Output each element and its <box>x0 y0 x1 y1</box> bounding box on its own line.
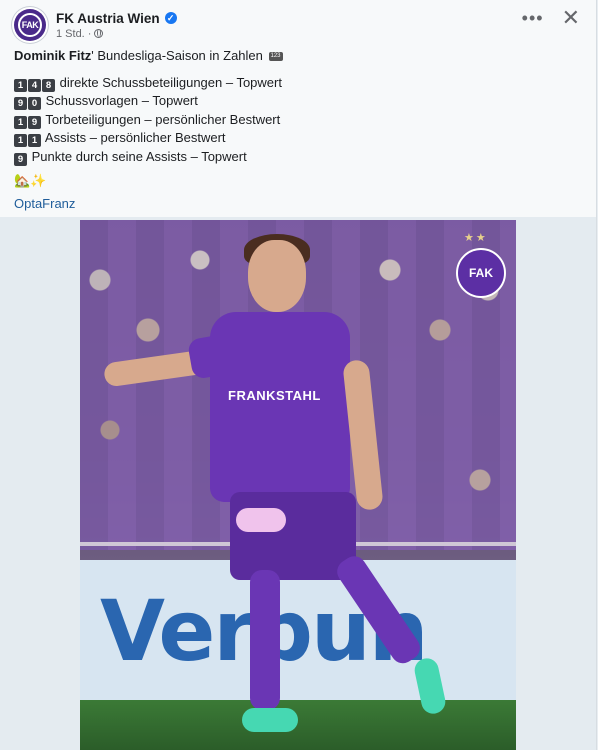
stat-text: Torbeteiligungen – persönlicher Bestwert <box>45 111 281 127</box>
stat-text: direkte Schussbeteiligungen – Topwert <box>59 74 282 90</box>
close-icon[interactable]: ✕ <box>562 7 580 29</box>
stat-row: 148 direkte Schussbeteiligungen – Topwer… <box>14 74 584 93</box>
stat-text: Punkte durch seine Assists – Topwert <box>31 148 247 164</box>
digit-8: 8 <box>42 78 55 92</box>
club-crest: FAK <box>456 248 506 298</box>
emoji-line: 🏡✨ <box>14 173 47 188</box>
player-head <box>248 240 306 312</box>
post-content: Dominik Fitz' Bundesliga-Saison in Zahle… <box>14 47 584 213</box>
crest-stars: ★★ <box>464 232 488 244</box>
post-time[interactable]: 1 Std. <box>56 28 85 40</box>
mention-link[interactable]: OptaFranz <box>14 195 584 214</box>
left-boot <box>242 708 298 732</box>
stat-row: 19 Torbeteiligungen – persönlicher Bestw… <box>14 111 584 130</box>
verified-icon: ✓ <box>164 12 177 24</box>
page-name[interactable]: FK Austria Wien ✓ <box>56 11 177 26</box>
number-emoji-badge: 123 <box>268 52 283 62</box>
post-header: FAK FK Austria Wien ✓ 1 Std. · <box>14 5 177 45</box>
headline-text: ' Bundesliga-Saison in Zahlen <box>91 48 263 63</box>
stat-row: 11 Assists – persönlicher Bestwert <box>14 129 584 148</box>
shorts-pattern <box>236 508 286 532</box>
shirt-sponsor: FRANKSTAHL <box>228 388 321 403</box>
player-shirt <box>210 312 350 502</box>
globe-icon <box>94 29 104 38</box>
stat-row: 9 Punkte durch seine Assists – Topwert <box>14 148 584 167</box>
post-headline: Dominik Fitz' Bundesliga-Saison in Zahle… <box>14 47 584 66</box>
digit-9: 9 <box>28 115 41 129</box>
digit-1: 1 <box>28 134 41 147</box>
stat-text: Schussvorlagen – Topwert <box>45 93 198 108</box>
facebook-post: FAK FK Austria Wien ✓ 1 Std. · ••• ✕ Dom… <box>0 0 597 750</box>
digit-1: 1 <box>14 115 27 129</box>
post-time-row: 1 Std. · <box>56 28 177 40</box>
page-name-text[interactable]: FK Austria Wien <box>56 11 160 26</box>
post-photo[interactable]: Verbun ★★ FAK FRANKSTAHL <box>80 220 516 750</box>
avatar-logo-text: FAK <box>18 13 42 37</box>
left-leg <box>250 570 280 710</box>
digit-1: 1 <box>14 134 27 147</box>
headline-bold-name[interactable]: Dominik Fitz <box>14 48 91 63</box>
more-options-icon[interactable]: ••• <box>522 8 544 28</box>
digit-0: 0 <box>28 97 41 110</box>
post-actions: ••• ✕ <box>522 7 580 29</box>
digit-9: 9 <box>14 97 27 110</box>
digit-9: 9 <box>14 152 27 166</box>
digit-1: 1 <box>14 78 27 92</box>
player-figure: FRANKSTAHL <box>102 230 448 750</box>
digit-4: 4 <box>28 78 41 92</box>
post-meta: FK Austria Wien ✓ 1 Std. · <box>56 11 177 40</box>
stat-text: Assists – persönlicher Bestwert <box>44 130 226 145</box>
stat-row: 90 Schussvorlagen – Topwert <box>14 92 584 111</box>
time-separator: · <box>87 27 92 40</box>
avatar[interactable]: FAK <box>14 9 46 41</box>
